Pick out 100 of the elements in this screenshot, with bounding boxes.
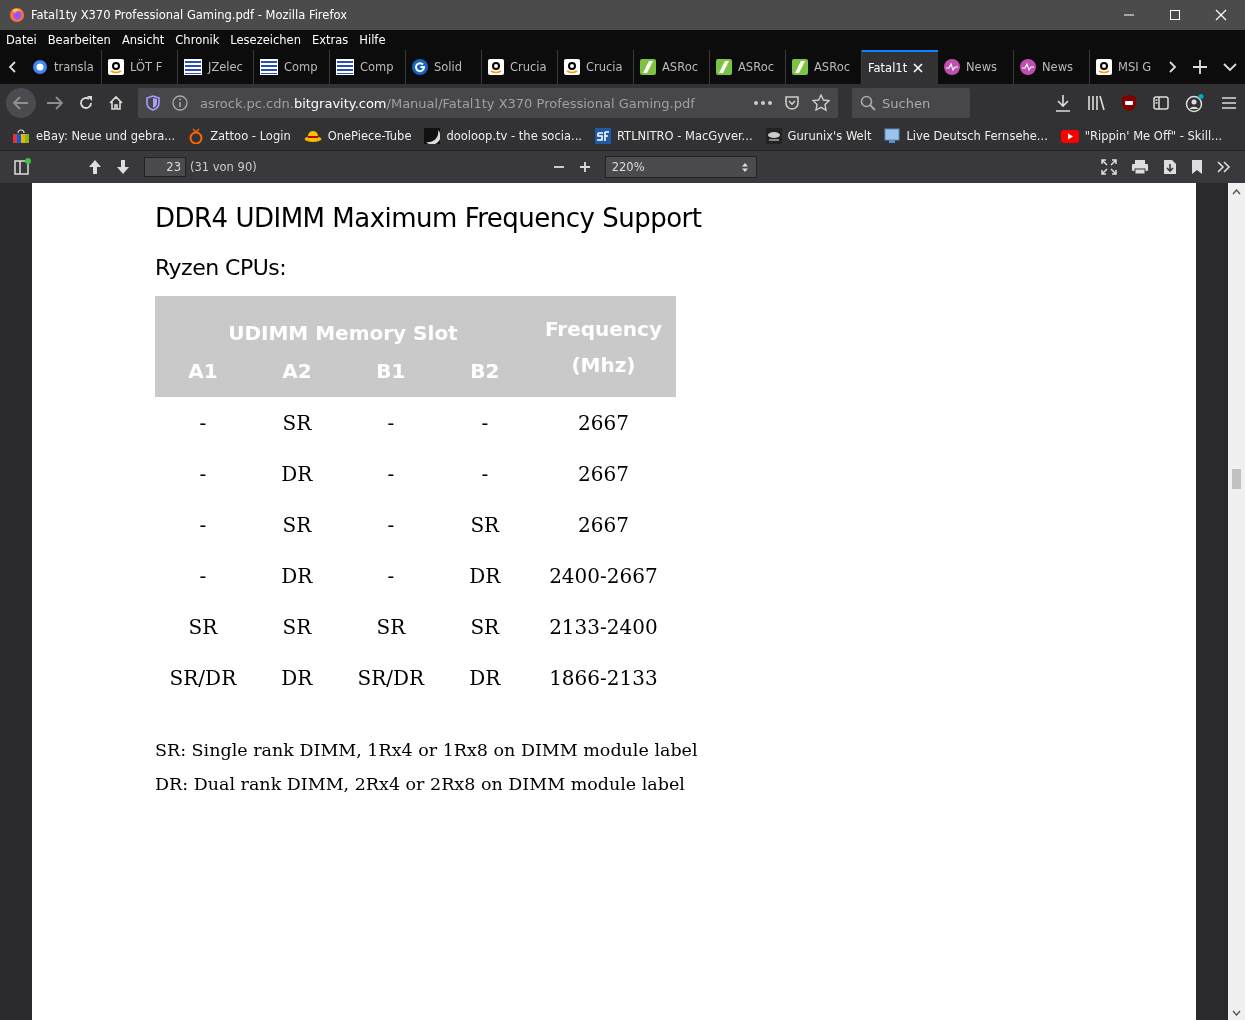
menu-icon[interactable] <box>1221 96 1237 110</box>
menu-item[interactable]: Datei <box>6 33 37 47</box>
fullscreen-icon[interactable] <box>1101 159 1117 175</box>
table-cell-text: DR <box>280 664 314 692</box>
maximize-icon[interactable] <box>1169 9 1181 21</box>
table-cell-text: SR <box>281 511 313 539</box>
table-cell: - <box>155 397 251 448</box>
address-bar[interactable]: asrock.pc.cdn.bitgravity.com/Manual/Fatal1ty X370 Professional Gaming.pdf <box>138 88 838 118</box>
scroll-down-icon[interactable] <box>1232 1010 1241 1016</box>
bookmark-item[interactable]: "Rippin' Me Off" - Skill... <box>1060 129 1223 143</box>
account-icon[interactable] <box>1185 93 1205 113</box>
menu-item[interactable]: Ansicht <box>121 33 165 47</box>
table-cell-text: SR <box>281 613 313 641</box>
pocket-icon[interactable] <box>784 95 800 111</box>
globe-icon <box>32 59 48 75</box>
close-tab-icon[interactable] <box>913 63 924 73</box>
zoom-dropdown[interactable]: 220% <box>604 156 757 178</box>
search-field[interactable]: Suchen <box>852 88 970 118</box>
scrollbar[interactable] <box>1228 183 1245 1020</box>
page-subheading: Ryzen CPUs: <box>155 255 288 280</box>
chevron-left-icon[interactable] <box>8 60 18 74</box>
table-cell: 2667 <box>530 397 676 448</box>
bookmark-item[interactable]: OnePiece-Tube <box>303 129 412 143</box>
star-icon[interactable] <box>812 94 830 112</box>
scroll-up-icon[interactable] <box>1232 189 1241 195</box>
table-cell-text: 2667 <box>576 460 630 488</box>
table-cell-text: DR <box>468 664 502 692</box>
new-tab-icon[interactable] <box>1193 60 1207 74</box>
table-cell-text: 2133-2400 <box>548 613 659 641</box>
save-icon[interactable] <box>1163 159 1177 175</box>
table-cell: - <box>342 397 439 448</box>
table-cell: SR <box>250 397 343 448</box>
striped-logo-icon <box>260 59 278 75</box>
tv-icon <box>188 128 205 144</box>
scroll-thumb[interactable] <box>1232 469 1241 489</box>
table-cell-text: SR <box>469 613 501 641</box>
monitor-icon <box>884 128 901 144</box>
forward-icon[interactable] <box>46 95 64 111</box>
more-icon[interactable] <box>754 101 772 105</box>
reload-icon[interactable] <box>78 95 94 111</box>
sidebar-icon[interactable] <box>1153 95 1169 111</box>
home-icon[interactable] <box>108 95 124 111</box>
browser-tab[interactable]: Fatal1t <box>862 50 938 84</box>
table-cell-text: - <box>386 562 396 590</box>
table-cell-text: DR <box>280 562 314 590</box>
window-title: Fatal1ty X370 Professional Gaming.pdf - Mozilla Firefox <box>31 8 347 22</box>
bookmark-item[interactable]: Zattoo - Login <box>188 128 291 144</box>
menu-item[interactable]: Extras <box>311 33 349 47</box>
bookmark-item[interactable]: Live Deutsch Fernsehe... <box>884 128 1048 144</box>
footnote-text: SR: Single rank DIMM, 1Rx4 or 1Rx8 on DIMM module label <box>155 739 699 762</box>
bookmark-item[interactable]: RTLNITRO - MacGyver... <box>594 128 753 144</box>
menu-item[interactable]: Bearbeiten <box>47 33 111 47</box>
pulse-icon <box>1020 59 1036 75</box>
sf-logo-icon <box>594 128 611 144</box>
table-cell-text: SR <box>375 613 407 641</box>
firefox-logo-icon <box>9 7 25 23</box>
menu-item[interactable]: Hilfe <box>359 33 386 47</box>
zoom-in-icon[interactable] <box>578 161 591 173</box>
page-number-field[interactable]: 23 <box>144 157 186 177</box>
striped-logo-icon <box>184 59 202 75</box>
chevron-down-icon[interactable] <box>1223 62 1237 72</box>
page-count: (31 von 90) <box>190 160 257 174</box>
shield-icon[interactable] <box>146 95 160 111</box>
download-icon[interactable] <box>1055 94 1071 112</box>
print-icon[interactable] <box>1131 159 1149 175</box>
updown-icon <box>741 162 748 172</box>
play-icon <box>1060 129 1079 143</box>
sidebar-toggle-icon[interactable] <box>14 158 32 176</box>
table-cell: - <box>438 397 531 448</box>
double-chevron-icon[interactable] <box>1217 161 1231 173</box>
table-cell-text: 2667 <box>576 511 630 539</box>
hat-icon <box>303 129 322 143</box>
menu-item[interactable]: Lesezeichen <box>230 33 301 47</box>
back-icon[interactable] <box>6 88 36 118</box>
table-cell-text: DR <box>280 460 314 488</box>
table-cell-text: - <box>198 562 208 590</box>
search-icon <box>860 95 876 111</box>
shield-badge-icon[interactable] <box>1121 94 1137 112</box>
bag-icon <box>12 128 30 144</box>
table-cell-text: - <box>386 511 396 539</box>
table-cell-text: DR <box>468 562 502 590</box>
close-icon[interactable] <box>1215 9 1227 21</box>
down-arrow-icon[interactable] <box>116 159 130 175</box>
url-text: asrock.pc.cdn.bitgravity.com/Manual/Fatal1ty X370 Professional Gaming.pdf <box>200 95 696 111</box>
table-cell-text: 2400-2667 <box>548 562 659 590</box>
library-icon[interactable] <box>1087 95 1105 111</box>
slash-logo-icon <box>640 59 656 75</box>
bookmark-item[interactable]: eBay: Neue und gebra... <box>12 128 176 144</box>
bookmark-item[interactable]: dooloop.tv - the socia... <box>424 128 582 144</box>
up-arrow-icon[interactable] <box>88 159 102 175</box>
page-heading: DDR4 UDIMM Maximum Frequency Support <box>155 203 703 233</box>
table-cell-text: - <box>198 511 208 539</box>
chevron-right-icon[interactable] <box>1167 60 1177 74</box>
g-logo-icon <box>412 59 428 75</box>
bookmark-icon[interactable] <box>1191 159 1203 175</box>
striped-logo-icon <box>336 59 354 75</box>
menu-item[interactable]: Chronik <box>175 33 220 47</box>
slash-logo-icon <box>716 59 732 75</box>
info-icon[interactable] <box>172 95 188 111</box>
bookmark-item[interactable]: Gurunix's Welt <box>765 128 872 144</box>
